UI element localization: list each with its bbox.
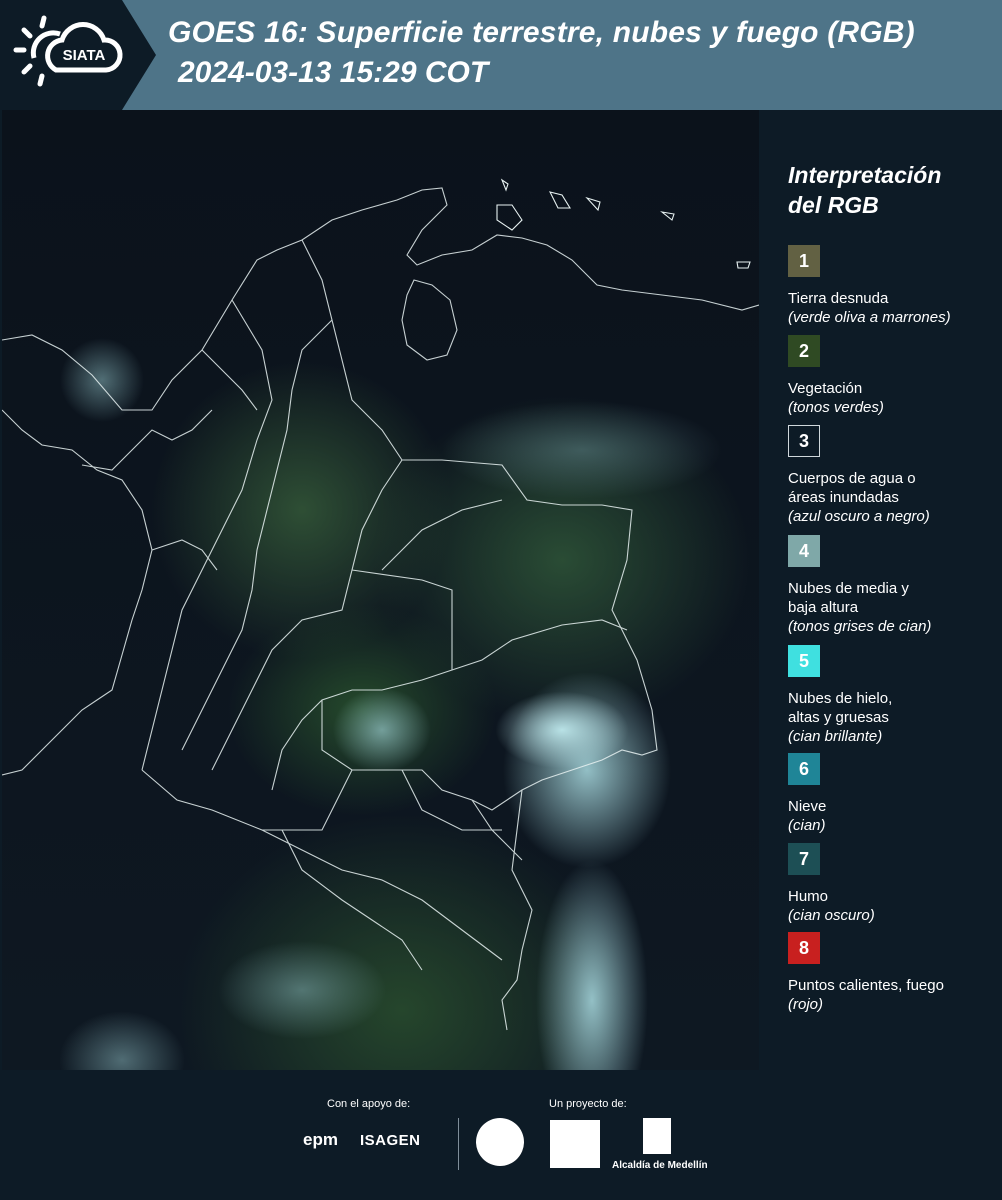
legend-swatch: 8 [788, 932, 820, 964]
legend-text: Vegetación (tonos verdes) [788, 379, 998, 417]
epm-logo: epm [303, 1130, 338, 1149]
legend-description: (tonos verdes) [788, 399, 884, 416]
legend: Interpretación del RGB [788, 160, 998, 238]
legend-swatch: 7 [788, 843, 820, 875]
university-seal-icon [476, 1118, 524, 1166]
legend-label: áreas inundadas [788, 489, 899, 506]
legend-swatch: 2 [788, 335, 820, 367]
legend-description: (cian brillante) [788, 728, 883, 745]
legend-item: 4 Nubes de media y baja altura (tonos grise… [788, 535, 998, 636]
legend-description: (cian) [788, 817, 826, 834]
legend-label: baja altura [788, 599, 859, 616]
footer-divider [458, 1118, 459, 1170]
legend-description: (cian oscuro) [788, 907, 875, 924]
legend-label: Vegetación [788, 380, 863, 397]
isagen-logo: ISAGEN [360, 1132, 421, 1149]
area-metropolitana-logo [550, 1120, 600, 1168]
alcaldia-label: Alcaldía de Medellín [612, 1160, 708, 1171]
legend-description: (verde oliva a marrones) [788, 309, 951, 326]
legend-text: Tierra desnuda (verde oliva a marrones) [788, 289, 998, 327]
legend-item: 1 Tierra desnuda (verde oliva a marrones) [788, 245, 998, 327]
legend-description: (rojo) [788, 996, 824, 1013]
legend-title-line1: Interpretación [788, 162, 942, 188]
legend-label: Nubes de media y [788, 580, 909, 597]
legend-label: altas y gruesas [788, 709, 889, 726]
legend-title: Interpretación del RGB [788, 160, 998, 220]
legend-swatch: 5 [788, 645, 820, 677]
project-label: Un proyecto de: [549, 1098, 627, 1110]
legend-title-line2: del RGB [788, 192, 879, 218]
legend-description: (tonos grises de cian) [788, 618, 932, 635]
legend-text: Cuerpos de agua o áreas inundadas (azul os… [788, 469, 998, 526]
legend-text: Nubes de media y baja altura (tonos grises… [788, 579, 998, 636]
boundary-lines [2, 178, 759, 1031]
page-timestamp: 2024-03-13 15:29 COT [178, 56, 489, 89]
legend-item: 2 Vegetación (tonos verdes) [788, 335, 998, 417]
legend-text: Humo (cian oscuro) [788, 887, 998, 925]
legend-swatch: 6 [788, 753, 820, 785]
siata-logo-text: SIATA [63, 47, 106, 64]
legend-item: 7 Humo (cian oscuro) [788, 843, 998, 925]
legend-text: Nieve (cian) [788, 797, 998, 835]
legend-label: Cuerpos de agua o [788, 470, 916, 487]
satellite-image [2, 110, 759, 1070]
legend-swatch: 4 [788, 535, 820, 567]
alcaldia-shield-icon [643, 1118, 671, 1154]
legend-label: Tierra desnuda [788, 290, 889, 307]
legend-label: Humo [788, 888, 829, 905]
legend-item: 6 Nieve (cian) [788, 753, 998, 835]
legend-item: 3 Cuerpos de agua o áreas inundadas (azul o… [788, 425, 998, 526]
legend-label: Nubes de hielo, [788, 690, 893, 707]
legend-description: (azul oscuro a negro) [788, 508, 930, 525]
page-title: GOES 16: Superficie terrestre, nubes y f… [168, 16, 915, 49]
legend-item: 5 Nubes de hielo, altas y gruesas (cian bri… [788, 645, 998, 746]
legend-text: Nubes de hielo, altas y gruesas (cian bril… [788, 689, 998, 746]
footer: Con el apoyo de: Un proyecto de: epm ISA… [0, 1070, 1002, 1200]
legend-item: 8 Puntos calientes, fuego (rojo) [788, 932, 998, 1014]
legend-label: Puntos calientes, fuego [788, 977, 944, 994]
legend-swatch: 3 [788, 425, 820, 457]
legend-label: Nieve [788, 798, 827, 815]
support-label: Con el apoyo de: [327, 1098, 411, 1110]
header: SIATA GOES 16: Superficie terrestre, nub… [0, 0, 1002, 110]
legend-swatch: 1 [788, 245, 820, 277]
siata-logo: SIATA [0, 0, 150, 110]
legend-text: Puntos calientes, fuego (rojo) [788, 976, 998, 1014]
